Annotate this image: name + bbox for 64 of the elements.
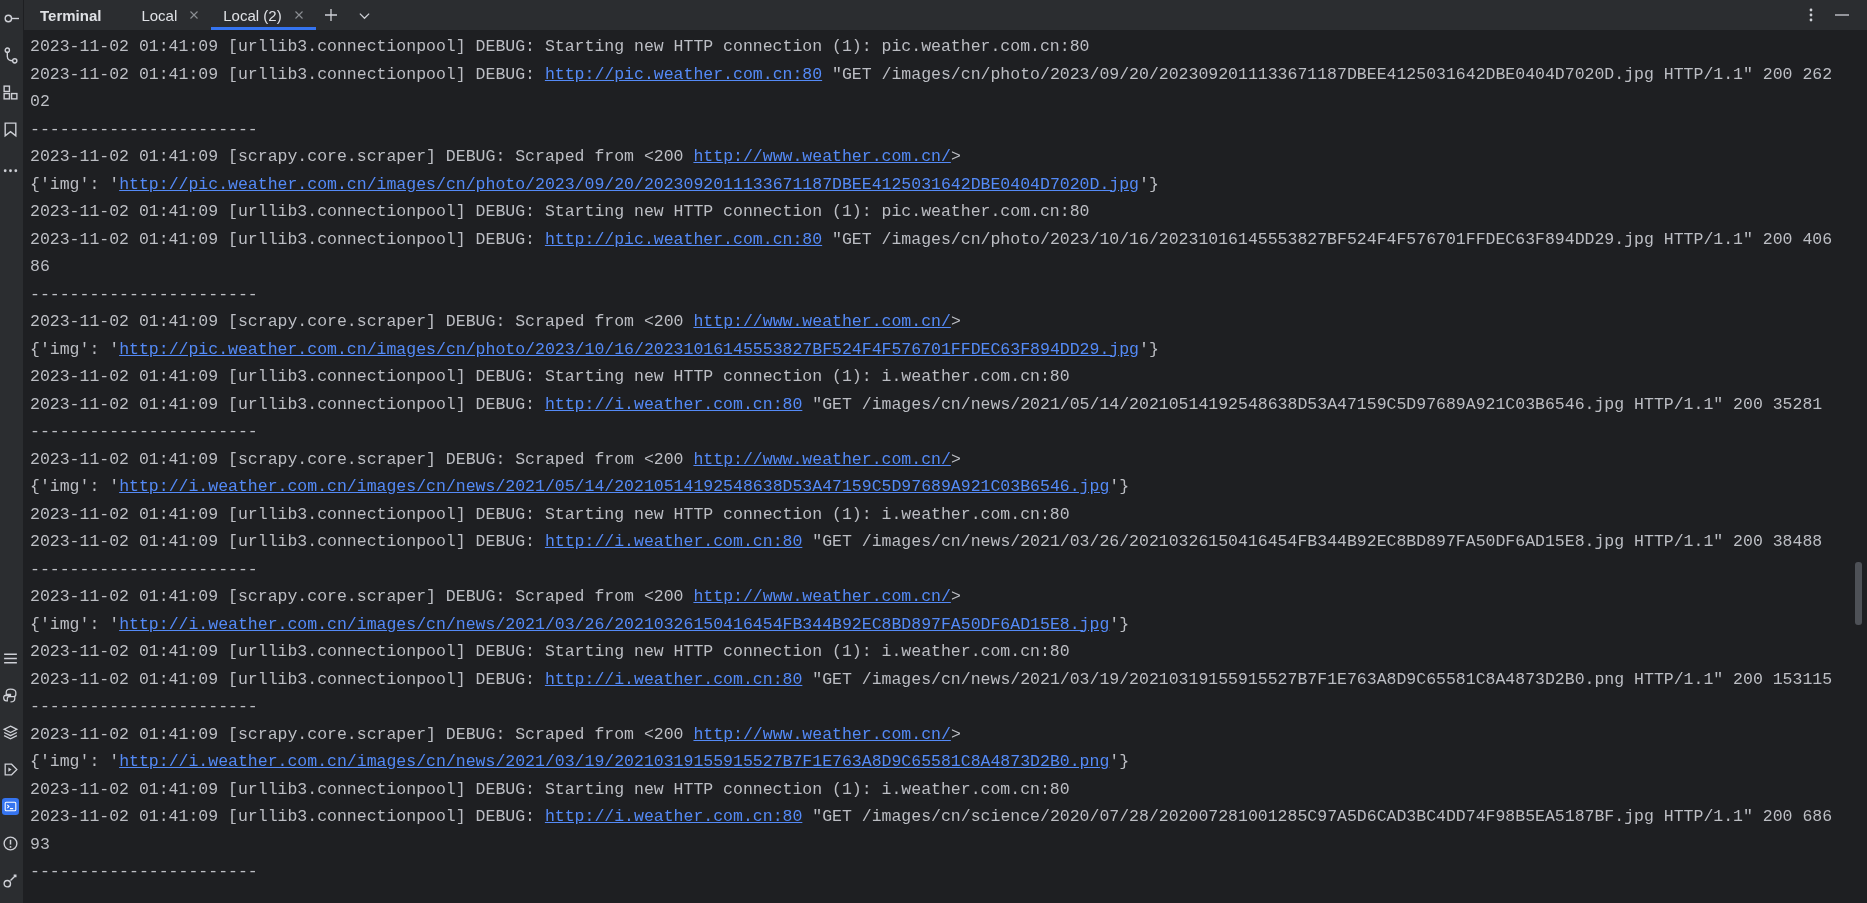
link[interactable]: http://www.weather.com.cn/ <box>693 724 951 744</box>
log-line: ----------------------- <box>30 696 258 718</box>
terminal-icon[interactable] <box>2 798 19 815</box>
log-line: 93 <box>30 833 50 856</box>
terminal-tab[interactable]: Local <box>129 0 212 30</box>
log-line: 02 <box>30 91 50 113</box>
more-icon[interactable] <box>1809 7 1813 23</box>
problems-icon[interactable] <box>2 835 19 852</box>
link[interactable]: http://www.weather.com.cn/ <box>693 312 951 331</box>
log-line: {'img': 'http://i.weather.com.cn/images/cn/news/2021/03/19/20210319155915527B7F1E763A8D9C65581C8A4873D2B0.png'} <box>30 751 1130 773</box>
link[interactable]: http://i.weather.com.cn:80 <box>544 532 803 551</box>
log-line: ----------------------- <box>30 558 258 581</box>
structure-icon[interactable] <box>2 84 19 101</box>
log-line: 2023-11-02 01:41:09 [urllib3.connectionpool] DEBUG: Starting new HTTP connection (1): i.weather.com.cn:80 <box>30 503 1070 526</box>
branch-icon[interactable] <box>2 47 19 64</box>
link[interactable]: http://i.weather.com.cn:80 <box>544 669 803 689</box>
run-icon[interactable] <box>2 761 19 778</box>
link[interactable]: http://i.weather.com.cn/images/cn/news/2021/03/19/20210319155915527B7F1E763A8D9C65581C8A4873D2B0.png <box>119 752 1110 771</box>
log-line: 2023-11-02 01:41:09 [urllib3.connectionpool] DEBUG: Starting new HTTP connection (1): i.weather.com.cn:80 <box>30 366 1070 388</box>
log-line: 2023-11-02 01:41:09 [urllib3.connectionpool] DEBUG: http://pic.weather.com.cn:80 "GET /images/cn/photo/2023/10/16/20231016145553827BF524F4F576701FFDEC63F894DD29.jpg HTTP/1.1" 200 406 <box>30 228 1833 251</box>
link[interactable]: http://www.weather.com.cn/ <box>693 147 951 166</box>
log-line: 2023-11-02 01:41:09 [urllib3.connectionpool] DEBUG: http://pic.weather.com.cn:80 "GET /images/cn/photo/2023/09/20/2023092011133671187DBEE4125031642DBE0404D7020D.jpg HTTP/1.1" 200 262 <box>30 63 1833 86</box>
log-line: 86 <box>30 256 50 278</box>
log-line: 2023-11-02 01:41:09 [urllib3.connectionpool] DEBUG: http://i.weather.com.cn:80 "GET /images/cn/news/2021/03/26/20210326150416454FB344B92EC8BD897FA50DF6AD15E8.jpg HTTP/1.1" 200 38488 <box>30 531 1823 553</box>
minimize-icon[interactable] <box>1835 13 1849 17</box>
link[interactable]: http://www.weather.com.cn/ <box>693 587 951 606</box>
log-line: ----------------------- <box>30 421 258 443</box>
log-line: 2023-11-02 01:41:09 [urllib3.connectionpool] DEBUG: Starting new HTTP connection (1): i.weather.com.cn:80 <box>30 641 1070 663</box>
scrollbar-thumb[interactable] <box>1855 562 1862 625</box>
terminal-tab[interactable]: Local (2) <box>211 0 316 30</box>
log-line: 2023-11-02 01:41:09 [scrapy.core.scraper] DEBUG: Scraped from <200 http://www.weather.com.cn/> <box>30 586 961 608</box>
log-line: 2023-11-02 01:41:09 [urllib3.connectionpool] DEBUG: http://i.weather.com.cn:80 "GET /images/cn/news/2021/05/14/20210514192548638D53A47159C5D97689A921C03B6546.jpg HTTP/1.1" 200 35281 <box>30 393 1823 416</box>
log-line: {'img': 'http://i.weather.com.cn/images/cn/news/2021/05/14/20210514192548638D53A47159C5D97689A921C03B6546.jpg'} <box>30 476 1130 498</box>
link[interactable]: http://www.weather.com.cn/ <box>693 449 951 469</box>
log-line: {'img': 'http://i.weather.com.cn/images/cn/news/2021/03/26/20210326150416454FB344B92EC8BD897FA50DF6AD15E8.jpg'} <box>30 613 1130 636</box>
log-line: {'img': 'http://pic.weather.com.cn/images/cn/photo/2023/09/20/2023092011133671187DBEE4125031642DBE0404D7020D.jpg'} <box>30 173 1159 196</box>
log-line: 2023-11-02 01:41:09 [scrapy.core.scraper] DEBUG: Scraped from <200 http://www.weather.com.cn/> <box>30 311 961 333</box>
link[interactable]: http://pic.weather.com.cn:80 <box>544 64 823 84</box>
log-line: 2023-11-02 01:41:09 [scrapy.core.scraper] DEBUG: Scraped from <200 http://www.weather.com.cn/> <box>30 448 961 471</box>
log-line: 2023-11-02 01:41:09 [urllib3.connectionpool] DEBUG: Starting new HTTP connection (1): pic.weather.com.cn:80 <box>30 201 1090 223</box>
log-line: 2023-11-02 01:41:09 [urllib3.connectionpool] DEBUG: http://i.weather.com.cn:80 "GET /images/cn/news/2021/03/19/20210319155915527B7F1E763A8D9C65581C8A4873D2B0.png HTTP/1.1" 200 153115 <box>30 668 1833 691</box>
plus-icon[interactable] <box>323 8 338 22</box>
close-icon[interactable] <box>293 10 304 20</box>
link[interactable]: http://i.weather.com.cn:80 <box>544 394 803 414</box>
layers-icon[interactable] <box>2 724 19 741</box>
bookmark-icon[interactable] <box>2 121 19 138</box>
close-icon[interactable] <box>189 10 200 20</box>
link[interactable]: http://pic.weather.com.cn:80 <box>544 229 823 249</box>
log-line: ----------------------- <box>30 283 258 306</box>
link[interactable]: http://i.weather.com.cn/images/cn/news/2021/03/26/20210326150416454FB344B92EC8BD897FA50DF6AD15E8.jpg <box>119 614 1110 634</box>
log-line: ----------------------- <box>30 118 258 141</box>
log-line: {'img': 'http://pic.weather.com.cn/images/cn/photo/2023/10/16/20231016145553827BF524F4F576701FFDEC63F894DD29.jpg'} <box>30 338 1159 361</box>
link[interactable]: http://pic.weather.com.cn/images/cn/photo/2023/10/16/20231016145553827BF524F4F576701FFDEC63F894DD29.jpg <box>119 339 1139 359</box>
log-line: 2023-11-02 01:41:09 [urllib3.connectionpool] DEBUG: Starting new HTTP connection (1): pic.weather.com.cn:80 <box>30 36 1090 58</box>
services-icon[interactable] <box>2 872 19 889</box>
log-line: 2023-11-02 01:41:09 [scrapy.core.scraper] DEBUG: Scraped from <200 http://www.weather.com.cn/> <box>30 146 961 168</box>
link[interactable]: http://i.weather.com.cn/images/cn/news/2021/05/14/20210514192548638D53A47159C5D97689A921C03B6546.jpg <box>119 477 1110 496</box>
log-line: ----------------------- <box>30 861 258 883</box>
log-line: 2023-11-02 01:41:09 [urllib3.connectionpool] DEBUG: Starting new HTTP connection (1): i.weather.com.cn:80 <box>30 778 1070 801</box>
link[interactable]: http://pic.weather.com.cn/images/cn/photo/2023/09/20/2023092011133671187DBEE4125031642DBE0404D7020D.jpg <box>119 174 1139 194</box>
log-line: 2023-11-02 01:41:09 [urllib3.connectionpool] DEBUG: http://i.weather.com.cn:80 "GET /images/cn/science/2020/07/28/202007281001285C97A5D6CAD3BC4DD74F98B5EA5187BF.jpg HTTP/1.1" 200 686 <box>30 806 1833 828</box>
panel-title: Terminal <box>40 6 102 24</box>
link[interactable]: http://i.weather.com.cn:80 <box>544 807 803 826</box>
log-line: 2023-11-02 01:41:09 [scrapy.core.scraper] DEBUG: Scraped from <200 http://www.weather.com.cn/> <box>30 723 961 746</box>
